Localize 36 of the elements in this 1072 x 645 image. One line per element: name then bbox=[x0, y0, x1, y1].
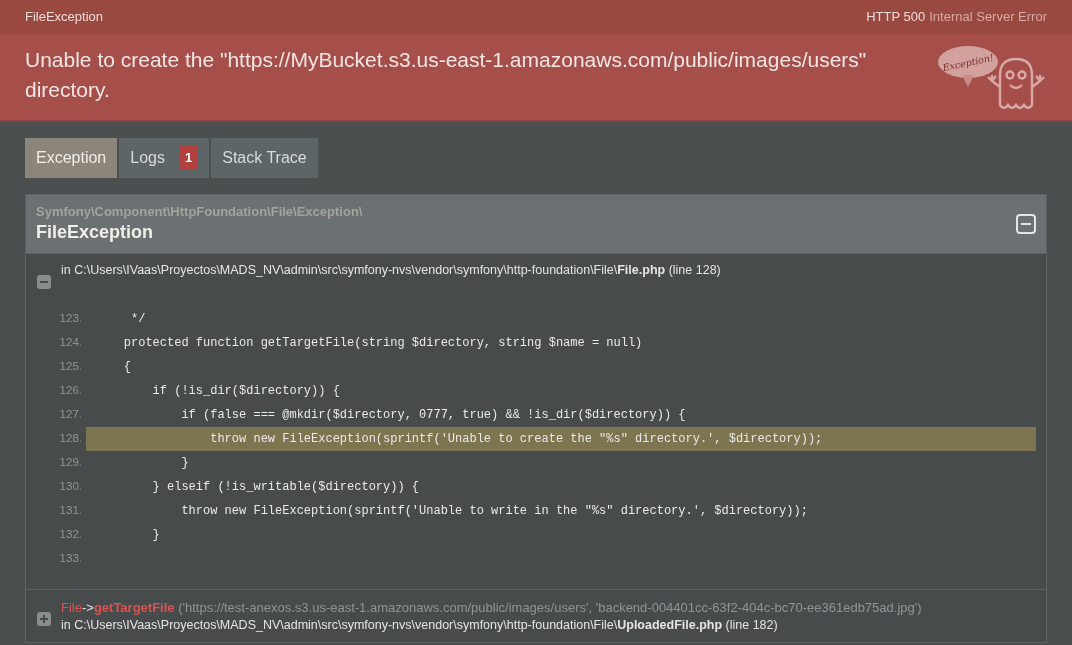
line-number: 132. bbox=[58, 527, 82, 543]
code-line: throw new FileException(sprintf('Unable to write in the "%s" directory.', $directory)); bbox=[180, 503, 809, 520]
line-number: 130. bbox=[58, 479, 82, 495]
code-line: { bbox=[122, 359, 132, 376]
line-number: 127. bbox=[58, 407, 82, 423]
exception-namespace: Symfony\Component\HttpFoundation\File\Exception\ bbox=[36, 204, 363, 220]
line-number: 128. bbox=[58, 431, 82, 447]
code-line: if (!is_dir($directory)) { bbox=[151, 383, 341, 400]
line-number: 129. bbox=[58, 455, 82, 471]
tab[interactable]: Stack Trace bbox=[211, 138, 318, 178]
line-number: 126. bbox=[58, 383, 82, 399]
code-line: if (false === @mkdir($directory, 0777, true) && !is_dir($directory)) { bbox=[180, 407, 687, 424]
code-line: protected function getTargetFile(string $directory, string $name = null) bbox=[122, 335, 644, 352]
status-code: HTTP 500 bbox=[866, 8, 926, 27]
collapse-icon[interactable] bbox=[1016, 214, 1036, 234]
code-line: */ bbox=[130, 311, 147, 328]
line-number: 125. bbox=[58, 359, 82, 375]
status-text: Internal Server Error bbox=[929, 8, 1047, 27]
tab[interactable]: Logs 1 bbox=[119, 138, 210, 178]
expand-icon[interactable] bbox=[37, 612, 51, 626]
trace-signature: File->getTargetFile ('https://test-anexos.s3.us-east-1.amazonaws.com/public/images/users', 'backend-004401cc-63f2-404c-bc70-ee361edb75ad.jpg') bbox=[61, 599, 922, 617]
file-path: in C:\Users\IVaas\Proyectos\MADS_NV\admin\src\symfony-nvs\vendor\symfony\http-foundation\File\File.php (line 128) bbox=[61, 262, 721, 278]
exception-name: FileException bbox=[36, 221, 155, 244]
tab[interactable]: Exception bbox=[25, 138, 118, 178]
file-path: in C:\Users\IVaas\Proyectos\MADS_NV\admin\src\symfony-nvs\vendor\symfony\http-foundation\File\UploadedFile.php (line 182) bbox=[61, 617, 779, 633]
code-line: } bbox=[151, 527, 161, 544]
line-number: 123. bbox=[58, 311, 82, 327]
error-message: Unable to create the "https://MyBucket.s3.us-east-1.amazonaws.com/public/images/users" directory. bbox=[25, 47, 868, 103]
code-line: } bbox=[180, 455, 190, 472]
line-number: 131. bbox=[58, 503, 82, 519]
count-badge: 1 bbox=[178, 146, 199, 170]
code-line: } elseif (!is_writable($directory)) { bbox=[151, 479, 421, 496]
collapse-icon[interactable] bbox=[37, 275, 51, 289]
line-number: 133. bbox=[58, 551, 82, 567]
line-number: 124. bbox=[58, 335, 82, 351]
exception-class-label: FileException bbox=[25, 8, 104, 27]
